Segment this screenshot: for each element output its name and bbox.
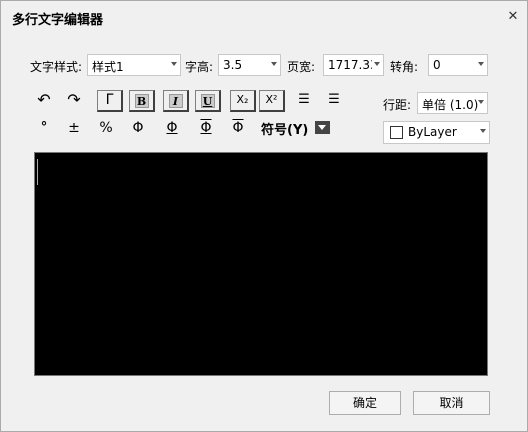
format-painter-icon: ᒥ xyxy=(105,92,114,108)
rotation-value: 0 xyxy=(433,58,441,72)
italic-button[interactable]: I xyxy=(163,90,189,112)
superscript-icon: X² xyxy=(265,93,278,106)
underline-icon: U xyxy=(200,93,215,108)
width-label: 页宽: xyxy=(287,60,316,74)
chevron-down-icon xyxy=(478,100,484,104)
close-icon[interactable]: ✕ xyxy=(504,7,522,25)
color-swatch xyxy=(390,126,403,139)
diameter-button[interactable]: Φ xyxy=(125,117,151,139)
width-select[interactable]: 1717.33 xyxy=(323,54,384,76)
chevron-down-icon xyxy=(478,62,484,66)
title-bar: 多行文字编辑器 ✕ xyxy=(1,1,527,32)
cancel-button[interactable]: 取消 xyxy=(413,391,490,415)
text-style-label: 文字样式: xyxy=(30,60,83,74)
color-value: ByLayer xyxy=(408,125,457,139)
text-caret xyxy=(37,159,38,185)
subscript-icon: X₂ xyxy=(236,93,249,106)
plus-minus-button[interactable]: ± xyxy=(61,117,87,139)
chevron-down-icon xyxy=(318,125,326,130)
height-label: 字高: xyxy=(185,60,214,74)
rotation-label: 转角: xyxy=(390,60,419,74)
chevron-down-icon xyxy=(171,62,177,66)
match-format-button[interactable]: ᒥ xyxy=(97,90,123,112)
chevron-down-icon xyxy=(374,62,380,66)
degree-symbol-button[interactable]: ° xyxy=(31,117,57,139)
mtext-editor-dialog: 多行文字编辑器 ✕ 文字样式: 样式1 字高: 3.5 页宽: 1717.33 … xyxy=(0,0,528,432)
bold-button[interactable]: B xyxy=(129,90,155,112)
symbol-menu-label[interactable]: 符号(Y) xyxy=(261,119,308,138)
color-select[interactable]: ByLayer xyxy=(383,121,490,144)
diameter-double-button[interactable]: Φ xyxy=(193,117,219,139)
chevron-down-icon xyxy=(480,129,486,133)
rotation-select[interactable]: 0 xyxy=(428,54,488,76)
text-style-value: 样式1 xyxy=(92,60,124,74)
chevron-down-icon xyxy=(271,62,277,66)
line-spacing-value: 单倍 (1.0) xyxy=(422,98,478,112)
symbol-dropdown-button[interactable] xyxy=(315,121,330,134)
subscript-button[interactable]: X₂ xyxy=(230,90,256,112)
text-editor-area[interactable] xyxy=(34,152,488,376)
bullet-list-icon[interactable]: ☰ xyxy=(321,89,347,111)
superscript-button[interactable]: X² xyxy=(259,90,285,112)
redo-icon[interactable]: ↷ xyxy=(61,89,87,111)
height-select[interactable]: 3.5 xyxy=(218,54,281,76)
underline-button[interactable]: U xyxy=(195,90,221,112)
percent-button[interactable]: % xyxy=(93,117,119,139)
italic-icon: I xyxy=(168,93,183,108)
ok-button[interactable]: 确定 xyxy=(329,391,401,415)
line-spacing-label: 行距: xyxy=(383,98,412,112)
diameter-overline-button[interactable]: Φ xyxy=(225,117,251,139)
bold-icon: B xyxy=(134,93,149,108)
diameter-underline-button[interactable]: Φ xyxy=(159,117,185,139)
height-value: 3.5 xyxy=(223,58,243,72)
line-spacing-select[interactable]: 单倍 (1.0) xyxy=(417,92,488,114)
dialog-title: 多行文字编辑器 xyxy=(12,13,104,28)
width-value: 1717.33 xyxy=(328,58,372,72)
text-style-select[interactable]: 样式1 xyxy=(87,54,181,76)
undo-icon[interactable]: ↶ xyxy=(31,89,57,111)
numbered-list-icon[interactable]: ☰ xyxy=(291,89,317,111)
